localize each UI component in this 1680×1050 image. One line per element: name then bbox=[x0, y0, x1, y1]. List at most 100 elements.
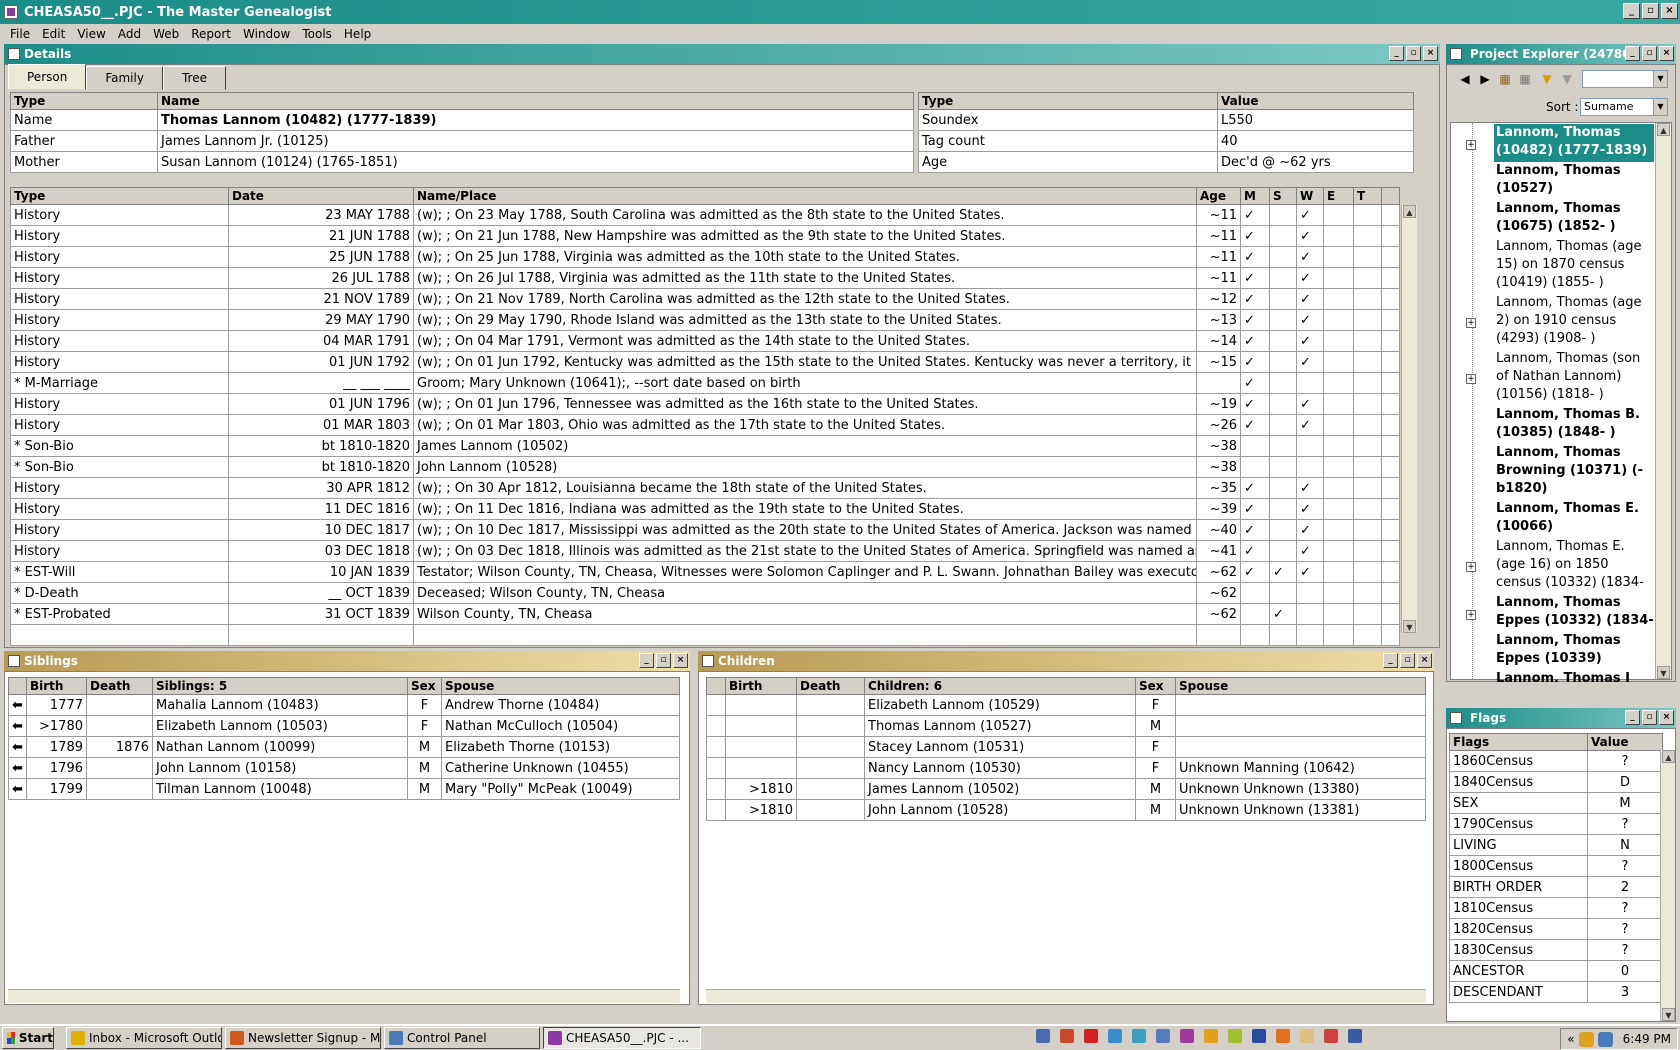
siblings-close-button[interactable]: × bbox=[673, 653, 688, 668]
events-scrollbar[interactable]: ▲ ▼ bbox=[1401, 205, 1417, 633]
siblings-hscrollbar[interactable] bbox=[8, 989, 680, 1003]
event-row[interactable]: History 11 DEC 1816 (w); ; On 11 Dec 1816,… bbox=[10, 498, 1400, 520]
child-row[interactable]: Elizabeth Lannom (10529) F bbox=[706, 694, 1426, 716]
explorer-tree-item[interactable]: Lannom, Thomas (age 15) on 1870 census (… bbox=[1494, 238, 1654, 292]
menu-add[interactable]: Add bbox=[112, 27, 147, 41]
child-row[interactable]: >1810 John Lannom (10528) M Unknown Unknown… bbox=[706, 799, 1426, 821]
flags-minimize-button[interactable]: _ bbox=[1625, 710, 1640, 725]
explorer-tree-item[interactable]: Lannom, Thomas (10527) bbox=[1494, 162, 1654, 198]
tray-icon[interactable] bbox=[1578, 1031, 1594, 1047]
children-hscrollbar[interactable] bbox=[706, 989, 1426, 1003]
flags-header-value[interactable]: Value bbox=[1587, 733, 1663, 751]
messenger-icon[interactable] bbox=[1252, 1029, 1266, 1043]
events-header-date[interactable]: Date bbox=[228, 187, 414, 205]
flag-row[interactable]: 1790Census? bbox=[1449, 813, 1663, 835]
start-button[interactable]: Start bbox=[2, 1027, 54, 1049]
acrobat-icon[interactable] bbox=[1324, 1029, 1338, 1043]
flags-scrollbar[interactable]: ▲ ▼ bbox=[1660, 750, 1675, 1021]
info-table-header-type[interactable]: Type bbox=[918, 92, 1218, 110]
siblings-header-death[interactable]: Death bbox=[86, 677, 153, 695]
children-header-birth[interactable]: Birth bbox=[725, 677, 797, 695]
events-header-type[interactable]: Type bbox=[10, 187, 229, 205]
taskbar-item-genealogist[interactable]: CHEASA50__.PJC - ... bbox=[543, 1027, 701, 1049]
menu-tools[interactable]: Tools bbox=[296, 27, 338, 41]
go-to-person-arrow-icon[interactable]: ⬅ bbox=[8, 757, 27, 779]
children-header-name[interactable]: Children: 6 bbox=[864, 677, 1136, 695]
event-row[interactable]: History 29 MAY 1790 (w); ; On 29 May 1790,… bbox=[10, 309, 1400, 331]
explorer-minimize-button[interactable]: _ bbox=[1625, 46, 1640, 61]
flag-row[interactable]: LIVING N bbox=[1449, 834, 1663, 856]
scroll-down-icon[interactable]: ▼ bbox=[1657, 666, 1670, 679]
antivirus-icon[interactable] bbox=[1084, 1029, 1098, 1043]
event-row[interactable]: History 03 DEC 1818 (w); ; On 03 Dec 1818,… bbox=[10, 540, 1400, 562]
event-row[interactable]: History 23 MAY 1788 (w); ; On 23 May 1788,… bbox=[10, 204, 1400, 226]
tray-icon[interactable] bbox=[1597, 1031, 1613, 1047]
sibling-row[interactable]: ⬅ 1777 Mahalia Lannom (10483) F Andrew Thorn… bbox=[8, 694, 680, 716]
app-icon[interactable] bbox=[1060, 1029, 1074, 1043]
explorer-tree-item[interactable]: Lannom, Thomas I bbox=[1494, 670, 1654, 682]
details-minimize-button[interactable]: _ bbox=[1389, 46, 1404, 61]
tag-count-row[interactable]: Tag count 40 bbox=[918, 130, 1414, 152]
binoculars-icon[interactable]: ▦ bbox=[1496, 70, 1514, 88]
sibling-row[interactable]: ⬅ >1780 Elizabeth Lannom (10503) F Nathan Mc… bbox=[8, 715, 680, 737]
events-header-w[interactable]: W bbox=[1296, 187, 1324, 205]
flag-row[interactable]: ANCESTOR 0 bbox=[1449, 960, 1663, 982]
event-row[interactable]: * Son-Bio bt 1810-1820 John Lannom (10528)… bbox=[10, 456, 1400, 478]
go-to-person-arrow-icon[interactable]: ⬅ bbox=[8, 715, 27, 737]
name-table-header-type[interactable]: Type bbox=[10, 92, 158, 110]
flag-row[interactable]: DESCENDANT 3 bbox=[1449, 981, 1663, 1003]
siblings-maximize-button[interactable]: ▫ bbox=[656, 653, 671, 668]
mail-icon[interactable] bbox=[1300, 1029, 1314, 1043]
explorer-tree-item[interactable]: Lannom, Thomas Browning (10371) (-b1820) bbox=[1494, 444, 1654, 498]
event-row[interactable]: History 25 JUN 1788 (w); ; On 25 Jun 1788,… bbox=[10, 246, 1400, 268]
flag-row[interactable]: 1810Census? bbox=[1449, 897, 1663, 919]
event-row[interactable]: * M-Marriage __ ___ ____ Groom; Mary Unkno… bbox=[10, 372, 1400, 394]
scroll-up-icon[interactable]: ▲ bbox=[1662, 750, 1675, 763]
word-icon[interactable] bbox=[1348, 1029, 1362, 1043]
children-header-death[interactable]: Death bbox=[796, 677, 865, 695]
flag-row[interactable]: 1830Census? bbox=[1449, 939, 1663, 961]
chat-icon[interactable] bbox=[1228, 1029, 1242, 1043]
menu-web[interactable]: Web bbox=[147, 27, 185, 41]
sibling-row[interactable]: ⬅ 1799 Tilman Lannom (10048) M Mary "Polly" … bbox=[8, 778, 680, 800]
explorer-tree-item[interactable]: Lannom, Thomas Eppes (10332) (1834-1910) bbox=[1494, 594, 1654, 630]
details-maximize-button[interactable]: ▫ bbox=[1406, 46, 1421, 61]
network-icon[interactable] bbox=[1036, 1029, 1050, 1043]
event-row[interactable]: History 10 DEC 1817 (w); ; On 10 Dec 1817,… bbox=[10, 519, 1400, 541]
siblings-minimize-button[interactable]: _ bbox=[639, 653, 654, 668]
tree-expand-icon[interactable]: + bbox=[1466, 562, 1476, 572]
soundex-row[interactable]: Soundex L550 bbox=[918, 109, 1414, 131]
flag-row[interactable]: BIRTH ORDER 2 bbox=[1449, 876, 1663, 898]
back-arrow-icon[interactable]: ◀ bbox=[1456, 70, 1474, 88]
go-to-person-arrow-icon[interactable]: ⬅ bbox=[8, 778, 27, 800]
browser-icon[interactable] bbox=[1108, 1029, 1122, 1043]
taskbar-item-control-panel[interactable]: Control Panel bbox=[384, 1027, 540, 1049]
close-button[interactable]: × bbox=[1661, 3, 1678, 19]
children-header-sex[interactable]: Sex bbox=[1135, 677, 1176, 695]
siblings-header-birth[interactable]: Birth bbox=[26, 677, 87, 695]
explorer-tree-item[interactable]: Lannom, Thomas (age 2) on 1910 census (4… bbox=[1494, 294, 1654, 348]
event-row[interactable]: History 01 JUN 1796 (w); ; On 01 Jun 1796,… bbox=[10, 393, 1400, 415]
children-minimize-button[interactable]: _ bbox=[1383, 653, 1398, 668]
tab-person[interactable]: Person bbox=[8, 64, 87, 90]
tab-tree[interactable]: Tree bbox=[162, 66, 226, 90]
scroll-up-icon[interactable]: ▲ bbox=[1403, 205, 1416, 218]
sibling-row[interactable]: ⬅ 1789 1876 Nathan Lannom (10099) M Elizabeth… bbox=[8, 736, 680, 758]
event-row[interactable]: History 21 JUN 1788 (w); ; On 21 Jun 1788,… bbox=[10, 225, 1400, 247]
mother-row[interactable]: Mother Susan Lannom (10124) (1765-1851) bbox=[10, 151, 914, 173]
explorer-tree-item[interactable]: Lannom, Thomas (10675) (1852- ) bbox=[1494, 200, 1654, 236]
events-header-t[interactable]: T bbox=[1353, 187, 1382, 205]
details-close-button[interactable]: × bbox=[1423, 46, 1438, 61]
explorer-filter-dropdown[interactable]: ▼ bbox=[1582, 70, 1668, 88]
event-row[interactable]: History 21 NOV 1789 (w); ; On 21 Nov 1789,… bbox=[10, 288, 1400, 310]
settings-icon[interactable] bbox=[1204, 1029, 1218, 1043]
menu-file[interactable]: File bbox=[4, 27, 36, 41]
flags-maximize-button[interactable]: ▫ bbox=[1642, 710, 1657, 725]
search-options-icon[interactable]: ▦ bbox=[1516, 70, 1534, 88]
name-row[interactable]: Name Thomas Lannom (10482) (1777-1839) bbox=[10, 109, 914, 131]
scroll-down-icon[interactable]: ▼ bbox=[1403, 620, 1416, 633]
event-row[interactable]: History 30 APR 1812 (w); ; On 30 Apr 1812,… bbox=[10, 477, 1400, 499]
menu-edit[interactable]: Edit bbox=[36, 27, 71, 41]
event-row[interactable]: History 01 MAR 1803 (w); ; On 01 Mar 1803,… bbox=[10, 414, 1400, 436]
taskbar-item-outlook[interactable]: Inbox - Microsoft Outlook bbox=[66, 1027, 222, 1049]
